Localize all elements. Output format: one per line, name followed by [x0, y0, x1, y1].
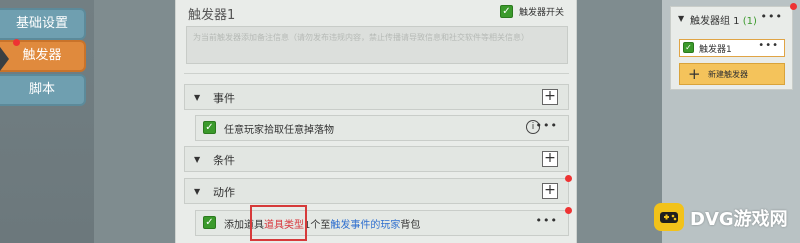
- watermark: DVG游戏网: [650, 200, 800, 243]
- notification-dot: [565, 207, 572, 214]
- section-action-label: 动作: [213, 186, 235, 199]
- checkbox-checked-icon[interactable]: ✓: [500, 5, 513, 18]
- action-count[interactable]: 1个至: [304, 220, 330, 231]
- divider: [184, 73, 569, 74]
- trigger-group-count: (1): [742, 16, 757, 27]
- checkbox-checked-icon[interactable]: ✓: [683, 42, 694, 53]
- watermark-text: DVG游戏网: [690, 209, 788, 230]
- section-event-label: 事件: [213, 92, 235, 105]
- collapse-triangle-icon[interactable]: ▼: [194, 187, 200, 196]
- tab-basic-settings[interactable]: 基础设置: [0, 8, 86, 40]
- add-action-button[interactable]: +: [542, 183, 558, 199]
- left-sidebar: 基础设置 触发器 脚本: [0, 0, 94, 243]
- notification-dot: [13, 39, 20, 46]
- action-target[interactable]: 触发事件的玩家: [330, 220, 400, 231]
- collapse-triangle-icon[interactable]: ▼: [194, 155, 200, 164]
- add-condition-button[interactable]: +: [542, 151, 558, 167]
- trigger-note-input[interactable]: 为当前触发器添加备注信息（请勿发布违规内容，禁止传播请导致信息和社交软件等相关信…: [186, 26, 568, 64]
- trigger-list-item-label: 触发器1: [699, 45, 732, 55]
- event-row[interactable]: ✓ 任意玩家拾取任意掉落物 i •••: [195, 115, 569, 141]
- active-arrow-icon: [0, 47, 9, 71]
- plus-icon: +: [688, 65, 701, 83]
- notification-dot: [790, 3, 797, 10]
- gamepad-logo-icon: [654, 203, 684, 231]
- trigger-switch-label: 触发器开关: [519, 8, 565, 18]
- trigger-switch[interactable]: ✓ 触发器开关: [500, 5, 564, 18]
- new-trigger-button-label: 新建触发器: [708, 70, 748, 79]
- highlight-box: [250, 205, 307, 241]
- add-event-button[interactable]: +: [542, 89, 558, 105]
- checkbox-checked-icon[interactable]: ✓: [203, 121, 216, 134]
- more-options-icon[interactable]: •••: [536, 119, 558, 132]
- trigger-title: 触发器1: [188, 8, 236, 23]
- trigger-editor: 触发器1 ✓ 触发器开关 为当前触发器添加备注信息（请勿发布违规内容，禁止传播请…: [175, 0, 577, 243]
- collapse-triangle-icon[interactable]: ▼: [678, 14, 684, 23]
- more-options-icon[interactable]: •••: [536, 214, 558, 227]
- tab-basic-settings-label: 基础设置: [15, 16, 68, 31]
- tab-triggers-label: 触发器: [22, 48, 62, 63]
- tab-scripts[interactable]: 脚本: [0, 74, 86, 106]
- notification-dot: [565, 175, 572, 182]
- collapse-triangle-icon[interactable]: ▼: [194, 93, 200, 102]
- tab-scripts-label: 脚本: [28, 82, 55, 97]
- more-options-icon[interactable]: •••: [758, 40, 779, 51]
- section-condition-label: 条件: [213, 154, 235, 167]
- trigger-group-header[interactable]: ▼ 触发器组 1 (1) •••: [671, 7, 792, 31]
- trigger-list-item[interactable]: ✓ 触发器1 •••: [679, 39, 785, 57]
- trigger-group-label: 触发器组 1 (1): [690, 16, 757, 27]
- section-condition[interactable]: ▼ 条件 +: [184, 146, 569, 172]
- action-suffix: 背包: [400, 220, 421, 231]
- event-text: 任意玩家拾取任意掉落物: [224, 125, 334, 136]
- trigger-note-placeholder: 为当前触发器添加备注信息（请勿发布违规内容，禁止传播请导致信息和社交软件等相关信…: [193, 33, 529, 42]
- section-event[interactable]: ▼ 事件 +: [184, 84, 569, 110]
- section-action[interactable]: ▼ 动作 +: [184, 178, 569, 204]
- trigger-group-card: ▼ 触发器组 1 (1) ••• ✓ 触发器1 ••• + 新建触发器: [670, 6, 793, 90]
- more-options-icon[interactable]: •••: [761, 10, 783, 23]
- checkbox-checked-icon[interactable]: ✓: [203, 216, 216, 229]
- new-trigger-button[interactable]: + 新建触发器: [679, 63, 785, 85]
